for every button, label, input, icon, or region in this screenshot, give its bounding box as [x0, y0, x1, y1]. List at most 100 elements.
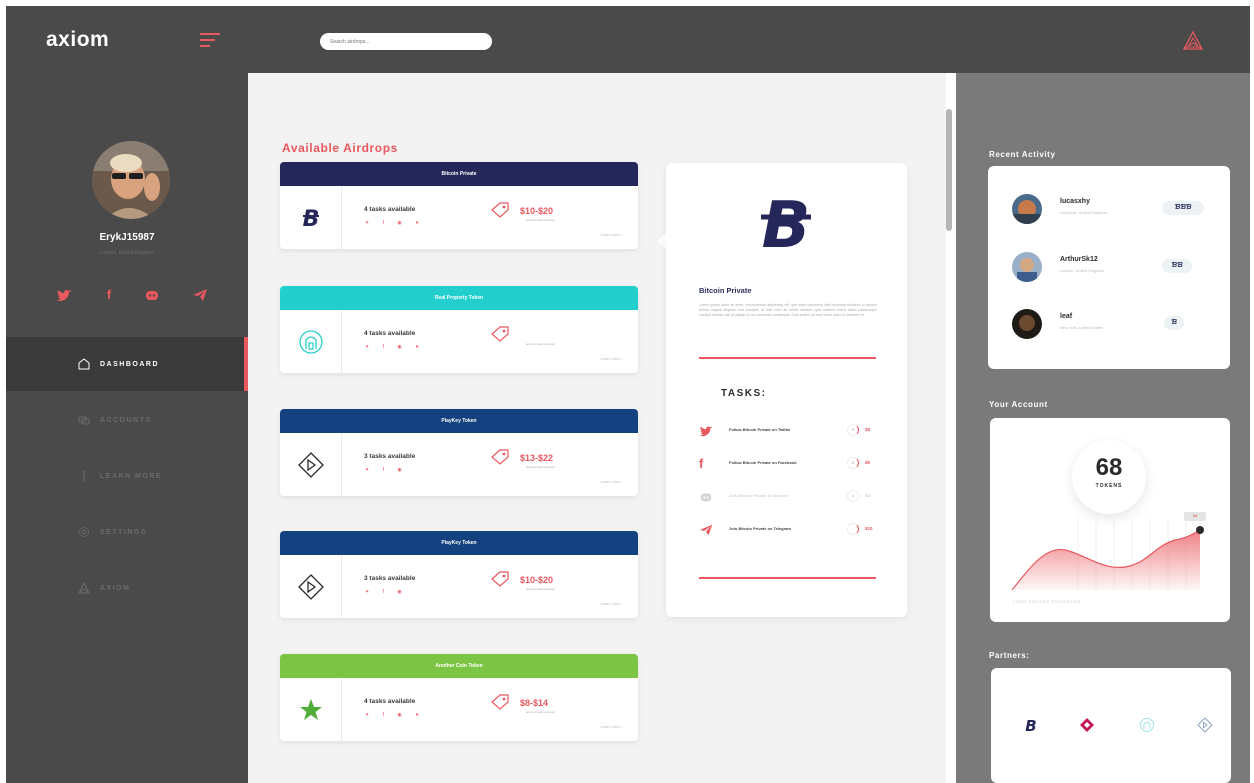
avatar[interactable]: [92, 141, 170, 219]
sidebar: ErykJ15987 London, United Kingdom f DASH…: [6, 73, 248, 783]
progress-label: YOUR RECENT PROGRESS: [1012, 599, 1081, 604]
diamond-partner-icon[interactable]: [1079, 717, 1095, 733]
task-item[interactable]: Follow Bitcoin Private on Twitter 3 $8: [699, 423, 877, 439]
facebook-icon[interactable]: f: [101, 287, 117, 303]
activity-user-location: New York, United States: [1060, 325, 1104, 330]
airdrop-card[interactable]: Bitcoin Private B 4 tasks available ✦ f …: [280, 162, 638, 249]
nav-dashboard[interactable]: DASHBOARD: [6, 337, 248, 391]
activity-user-name: ArthurSk12: [1060, 256, 1098, 263]
token-badge: ƁƁ: [1162, 259, 1192, 273]
social-links: f: [56, 287, 216, 303]
airdrop-card[interactable]: Real Property Token 4 tasks available ✦ …: [280, 286, 638, 373]
tasks-count: 4 tasks available: [364, 330, 416, 337]
app-frame: axiom ErykJ15987 London, United K: [6, 6, 1250, 783]
activity-user-location: London, United Kingdom: [1060, 268, 1105, 273]
facebook-icon: f: [699, 456, 704, 471]
nav-settings[interactable]: SETTINGS: [6, 505, 248, 559]
activity-item[interactable]: lucasxhy Liverpool, United Kingdom ƁƁƁ: [988, 194, 1228, 230]
nav-accounts[interactable]: ACCOUNTS: [6, 393, 248, 447]
your-account-title: Your Account: [989, 400, 1048, 409]
task-social-icons: ✦ f ◉ ➤: [365, 220, 426, 226]
airdrop-card[interactable]: PlayKey Token 3 tasks available ✦ f ◉ $1…: [280, 409, 638, 496]
tasks-count: 3 tasks available: [364, 453, 416, 460]
learn-more-link[interactable]: Learn more...: [600, 601, 624, 606]
playkey-icon: [280, 555, 342, 618]
tokens-badge: 68 TOKENS: [1072, 440, 1146, 514]
playkey-icon: [280, 433, 342, 496]
tag-icon: [491, 449, 509, 465]
discord-icon[interactable]: [144, 287, 160, 303]
recent-activity-card: lucasxhy Liverpool, United Kingdom ƁƁƁ A…: [988, 166, 1230, 369]
learn-more-link[interactable]: Learn more...: [600, 356, 624, 361]
tag-icon: [491, 326, 509, 342]
airdrop-card[interactable]: PlayKey Token 3 tasks available ✦ f ◉ $1…: [280, 531, 638, 618]
reward-caption: approximate earnings: [526, 710, 555, 714]
tokens-label: TOKENS: [1095, 483, 1123, 489]
reward-caption: approximate earnings: [526, 587, 555, 591]
task-amount: $3: [865, 493, 871, 498]
airdrop-details-panel: B Bitcoin Private Lorem ipsum dolor sit …: [666, 163, 907, 617]
task-text: Follow Bitcoin Private on Twitter: [729, 427, 791, 432]
tag-icon: [491, 571, 509, 587]
nav-axiom[interactable]: AXIOM: [6, 561, 248, 615]
task-progress-ring: 1: [847, 490, 859, 502]
task-item[interactable]: Join Bitcoin Private on Discord 1 $3: [699, 489, 877, 505]
task-amount: $10: [865, 526, 873, 531]
divider: [699, 577, 876, 579]
reward-range: $10-$20: [520, 575, 554, 585]
partners-card: B: [991, 668, 1231, 783]
airdrop-card[interactable]: Another Coin Token 4 tasks available ✦ f…: [280, 654, 638, 741]
home-icon: [78, 358, 90, 370]
gear-icon: [79, 527, 89, 537]
tag-icon: [491, 694, 509, 710]
activity-user-name: leaf: [1060, 313, 1073, 320]
details-description: Lorem ipsum dolor sit amet, consectetuer…: [699, 303, 877, 318]
nav-learn-more[interactable]: LEARN MORE: [6, 449, 248, 503]
reward-caption: approximate earnings: [526, 342, 555, 346]
bitcoin-private-partner-icon[interactable]: B: [1023, 716, 1039, 734]
learn-more-link[interactable]: Learn more...: [600, 724, 624, 729]
activity-item[interactable]: leaf New York, United States Ɓ: [988, 309, 1228, 345]
token-badge: ƁƁƁ: [1162, 201, 1204, 215]
menu-icon[interactable]: [200, 33, 220, 48]
activity-user-location: Liverpool, United Kingdom: [1060, 210, 1107, 215]
activity-item[interactable]: ArthurSk12 London, United Kingdom ƁƁ: [988, 252, 1228, 288]
nav-dashboard-label: DASHBOARD: [100, 360, 159, 368]
recent-activity-title: Recent Activity: [989, 150, 1056, 159]
token-badge: Ɓ: [1164, 316, 1184, 330]
task-amount: $5: [865, 460, 871, 465]
learn-more-link[interactable]: Learn more...: [600, 232, 624, 237]
telegram-icon[interactable]: [192, 287, 208, 303]
activity-user-name: lucasxhy: [1060, 198, 1090, 205]
svg-text:B: B: [1025, 717, 1036, 734]
tasks-heading: TASKS:: [721, 388, 767, 399]
playkey-partner-icon[interactable]: [1197, 717, 1213, 733]
task-progress-ring: [847, 523, 859, 535]
app-logo[interactable]: axiom: [46, 28, 109, 52]
task-social-icons: ✦ f ◉: [365, 589, 408, 595]
twitter-icon[interactable]: [56, 287, 72, 303]
reward-caption: approximate earnings: [526, 218, 555, 222]
chart-marker-label: 68: [1192, 513, 1198, 518]
tasks-count: 4 tasks available: [364, 206, 416, 213]
learn-more-link[interactable]: Learn more...: [600, 479, 624, 484]
reward-range: $13-$22: [520, 453, 554, 463]
section-title: Available Airdrops: [282, 141, 398, 155]
card-header: PlayKey Token: [280, 409, 638, 433]
divider: [699, 357, 876, 359]
avatar: [1012, 309, 1042, 339]
card-header: Bitcoin Private: [280, 162, 638, 186]
nav-settings-label: SETTINGS: [100, 528, 148, 536]
task-item[interactable]: Join Bitcoin Private on Telegram $10: [699, 522, 877, 538]
main-scrollbar[interactable]: [946, 109, 952, 231]
axiom-logo-icon[interactable]: [1182, 30, 1204, 52]
user-location: London, United Kingdom: [99, 250, 155, 256]
real-property-partner-icon[interactable]: [1139, 717, 1155, 733]
card-header: PlayKey Token: [280, 531, 638, 555]
task-text: Join Bitcoin Private on Telegram: [729, 526, 791, 531]
telegram-icon: [699, 524, 713, 536]
reward-range: $8-$14: [520, 698, 549, 708]
star-icon: [280, 678, 342, 741]
task-item[interactable]: f Follow Bitcoin Private on Facebook 2 $…: [699, 456, 877, 472]
search-input[interactable]: [320, 33, 492, 50]
